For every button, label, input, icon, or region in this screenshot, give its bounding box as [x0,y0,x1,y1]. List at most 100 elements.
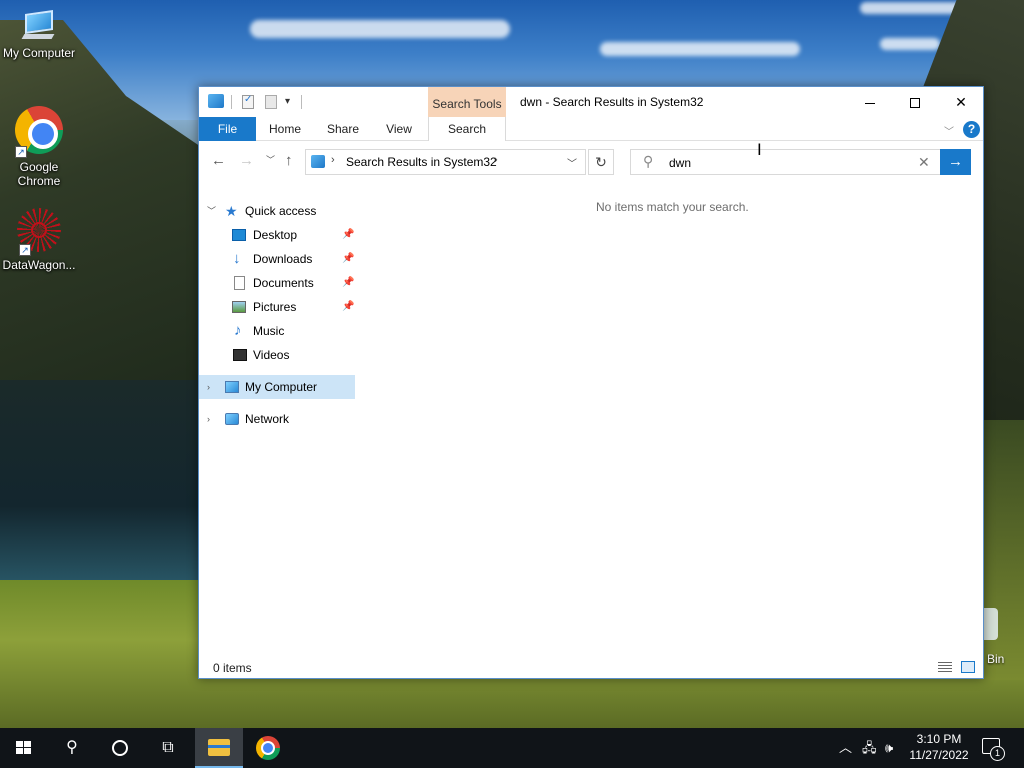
back-arrow-icon: ← [211,152,226,169]
lake [0,380,210,590]
help-icon[interactable]: ? [963,121,980,138]
search-go-button[interactable]: → [940,149,971,175]
tab-share[interactable]: Share [319,117,367,141]
chevron-right-icon[interactable]: › [207,375,210,399]
nav-label: Downloads [253,252,313,266]
search-input[interactable] [669,154,909,172]
desktop-icon-label: Google Chrome [17,160,61,188]
maximize-button[interactable] [892,87,938,117]
nav-item-my-computer[interactable]: › My Computer [199,375,355,399]
nav-label: My Computer [245,380,318,394]
nav-item-network[interactable]: › Network [199,407,359,431]
computer-icon [225,381,239,393]
address-dropdown-icon[interactable]: ﹀ [567,155,577,170]
taskbar-file-explorer[interactable] [195,728,243,768]
search-button[interactable]: ⚲ [48,728,96,768]
title-bar[interactable]: ▾ Search Tools dwn - Search Results in S… [199,87,983,117]
taskbar-chrome[interactable] [243,728,291,768]
close-button[interactable]: ✕ [938,87,984,117]
desktop-icon-label: My Computer [2,46,76,60]
star-icon: ★ [225,203,238,219]
breadcrumb[interactable]: Search Results in System32 [346,155,497,169]
pin-icon: 📌 [342,301,355,312]
tab-view[interactable]: View [377,117,421,141]
close-icon: ✕ [955,94,967,110]
search-icon: ⚲ [66,739,78,756]
breadcrumb-chevron-icon[interactable]: › [331,154,335,166]
search-box[interactable]: ⚲ ✕ [630,149,941,175]
item-count: 0 items [213,661,252,675]
status-bar: 0 items [199,657,983,679]
network-icon [225,413,239,425]
show-hidden-icons-icon[interactable]: ︿ [839,728,852,768]
forward-button[interactable]: → [239,152,254,169]
computer-icon [21,10,57,42]
taskbar: ⚲ ⧉ ︿ 🖧 🕪 3:10 PM 11/27/2022 1 [0,728,1024,768]
network-status-icon[interactable]: 🖧 [862,728,877,768]
tab-search[interactable]: Search [428,117,506,141]
refresh-icon: ↻ [595,154,607,170]
document-icon [234,276,245,290]
arrow-right-icon: → [948,153,963,170]
toolbar-separator [301,95,302,109]
text-cursor-icon: I [757,140,762,159]
expand-ribbon-icon[interactable]: ﹀ [944,123,954,138]
clock-time: 3:10 PM [916,732,962,746]
nav-item-pictures[interactable]: Pictures 📌 [199,295,359,319]
search-folder-icon [311,155,325,168]
nav-label: Documents [253,276,314,290]
large-icons-view-icon[interactable] [961,661,975,673]
pin-icon: 📌 [342,277,355,288]
desktop-icon [232,229,246,241]
nav-label: Videos [253,348,290,362]
clear-search-icon[interactable]: ✕ [918,154,930,171]
up-button[interactable]: ↑ [285,152,293,169]
nav-item-music[interactable]: ♪ Music [199,319,359,343]
pin-icon: 📌 [342,253,355,264]
start-button[interactable] [0,728,48,768]
file-explorer-icon [208,739,230,756]
cortana-circle-icon [112,739,128,756]
clock[interactable]: 3:10 PM 11/27/2022 [904,731,974,763]
breadcrumb-chevron-icon[interactable]: › [494,154,498,166]
navigation-bar: ← → ﹀ ↑ › Search Results in System32 › ﹀… [199,141,983,183]
nav-item-videos[interactable]: Videos [199,343,359,367]
chevron-right-icon[interactable]: › [207,407,210,431]
cortana-button[interactable] [96,728,144,768]
nav-item-downloads[interactable]: ↓ Downloads 📌 [199,247,359,271]
contextual-tab-search-tools: Search Tools [428,87,506,117]
recent-locations-button[interactable]: ﹀ [266,153,275,166]
download-icon: ↓ [233,250,241,267]
back-button[interactable]: ← [211,152,226,169]
nav-item-desktop[interactable]: Desktop 📌 [199,223,359,247]
address-bar[interactable]: › Search Results in System32 › ﹀ [305,149,586,175]
up-arrow-icon: ↑ [285,152,293,169]
nav-item-documents[interactable]: Documents 📌 [199,271,359,295]
chevron-down-icon[interactable]: ﹀ [207,199,216,223]
pictures-icon [232,301,246,313]
customize-quick-access-icon[interactable]: ▾ [285,96,290,107]
search-icon: ⚲ [643,153,654,169]
desktop-icon-my-computer[interactable]: My Computer [1,10,77,60]
windows-logo-icon [16,741,32,755]
tab-file[interactable]: File [199,117,256,141]
nav-quick-access[interactable]: ﹀ ★ Quick access [199,199,359,223]
task-view-button[interactable]: ⧉ [144,728,192,768]
music-note-icon: ♪ [234,322,242,339]
desktop-icon-datawagon[interactable]: ↗ DataWagon... [1,208,77,272]
video-icon [233,349,247,361]
tab-home[interactable]: Home [260,117,310,141]
cloud [250,20,510,38]
recycle-bin-icon[interactable] [984,608,998,640]
details-view-icon[interactable] [938,662,952,673]
desktop-icon-label[interactable]: Bin [987,652,1004,666]
refresh-button[interactable]: ↻ [588,149,614,175]
cloud [600,42,800,56]
volume-icon[interactable]: 🕪 [885,728,893,768]
desktop-icon-google-chrome[interactable]: ↗ Google Chrome [1,106,77,188]
minimize-button[interactable] [847,87,893,117]
nav-label: Pictures [253,300,297,314]
new-folder-icon[interactable] [265,95,277,109]
properties-icon[interactable] [242,94,254,109]
task-view-icon: ⧉ [162,739,174,756]
